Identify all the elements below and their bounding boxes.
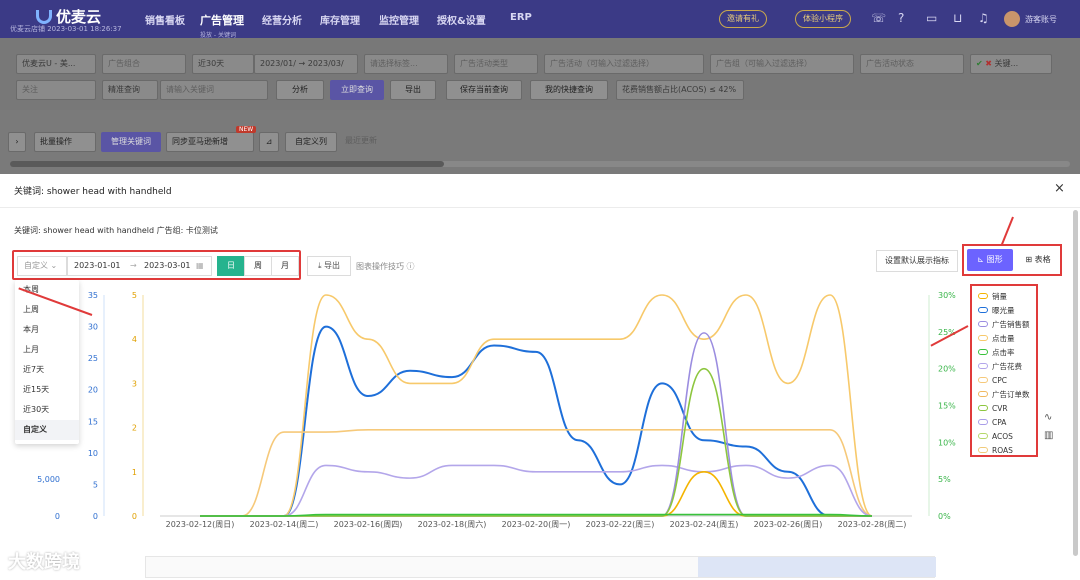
legend-swatch bbox=[978, 293, 988, 299]
line-toggle-icon[interactable]: ∿ bbox=[1044, 412, 1052, 423]
x-tick-label: 2023-02-16(周四) bbox=[334, 520, 403, 529]
date-option[interactable]: 近15天 bbox=[15, 380, 79, 400]
x-tick-label: 2023-02-22(周三) bbox=[586, 520, 655, 529]
legend-swatch bbox=[978, 349, 988, 355]
legend-item[interactable]: CPC bbox=[978, 374, 1007, 388]
y3-tick-label: 1 bbox=[132, 468, 137, 477]
legend-item[interactable]: 点击量 bbox=[978, 332, 1015, 346]
y4-tick-label: 10% bbox=[938, 438, 956, 447]
legend-label: CPC bbox=[992, 376, 1007, 385]
legend-swatch bbox=[978, 377, 988, 383]
y1-tick-label: 0 bbox=[55, 512, 60, 521]
watermark: 大数跨境 bbox=[8, 552, 80, 573]
series-line bbox=[199, 332, 872, 517]
legend-item[interactable]: 曝光量 bbox=[978, 304, 1015, 318]
legend-item[interactable]: CVR bbox=[978, 402, 1008, 416]
legend-item[interactable]: 广告订单数 bbox=[978, 388, 1030, 402]
legend-label: 广告花费 bbox=[992, 362, 1022, 371]
x-tick-label: 2023-02-24(周五) bbox=[670, 520, 739, 529]
y3-tick-label: 2 bbox=[132, 424, 137, 433]
legend-label: 曝光量 bbox=[992, 306, 1015, 315]
y4-tick-label: 20% bbox=[938, 365, 956, 374]
legend-swatch bbox=[978, 405, 988, 411]
legend-swatch bbox=[978, 335, 988, 341]
legend-swatch bbox=[978, 419, 988, 425]
date-option[interactable]: 本月 bbox=[15, 320, 79, 340]
y4-tick-label: 5% bbox=[938, 475, 951, 484]
y2-tick-label: 30 bbox=[88, 323, 98, 332]
legend-item[interactable]: 销量 bbox=[978, 290, 1007, 304]
legend-label: CPA bbox=[992, 418, 1007, 427]
y3-tick-label: 3 bbox=[132, 379, 137, 388]
y2-tick-label: 0 bbox=[93, 512, 98, 521]
series-line bbox=[199, 464, 873, 517]
legend-item[interactable]: 点击率 bbox=[978, 346, 1015, 360]
series-line bbox=[199, 294, 873, 517]
y3-tick-label: 0 bbox=[132, 512, 137, 521]
x-tick-label: 2023-02-12(周日) bbox=[166, 520, 235, 529]
date-option[interactable]: 上月 bbox=[15, 340, 79, 360]
y3-tick-label: 4 bbox=[132, 335, 137, 344]
date-mode-dropdown: 本周 上周 本月 上月 近7天 近15天 近30天 自定义 bbox=[15, 280, 79, 444]
x-tick-label: 2023-02-18(周六) bbox=[418, 519, 487, 529]
y2-tick-label: 20 bbox=[88, 386, 98, 395]
date-option[interactable]: 上周 bbox=[15, 300, 79, 320]
legend-swatch bbox=[978, 363, 988, 369]
y4-tick-label: 0% bbox=[938, 512, 951, 521]
y2-tick-label: 35 bbox=[88, 291, 98, 300]
series-line bbox=[199, 470, 872, 517]
legend-label: 广告订单数 bbox=[992, 390, 1030, 399]
legend-swatch bbox=[978, 433, 988, 439]
date-option[interactable]: 近30天 bbox=[15, 400, 79, 420]
legend-item[interactable]: 广告销售额 bbox=[978, 318, 1030, 332]
y4-tick-label: 30% bbox=[938, 291, 956, 300]
y2-tick-label: 25 bbox=[88, 354, 98, 363]
x-tick-label: 2023-02-14(周二) bbox=[250, 520, 319, 529]
legend-swatch bbox=[978, 447, 988, 453]
legend-label: 点击率 bbox=[992, 348, 1015, 357]
date-option[interactable]: 近7天 bbox=[15, 360, 79, 380]
legend-swatch bbox=[978, 391, 988, 397]
y2-tick-label: 5 bbox=[93, 480, 98, 489]
x-tick-label: 2023-02-26(周日) bbox=[754, 520, 823, 529]
legend-label: 点击量 bbox=[992, 334, 1015, 343]
x-tick-label: 2023-02-28(周二) bbox=[838, 520, 907, 529]
legend-label: 销量 bbox=[992, 292, 1007, 301]
legend-item[interactable]: 广告花费 bbox=[978, 360, 1022, 374]
x-tick-label: 2023-02-20(周一) bbox=[502, 520, 571, 529]
metrics-chart[interactable]: 051015202530350123450%5%10%15%20%25%30%0… bbox=[0, 0, 1080, 580]
vertical-scrollbar[interactable] bbox=[1073, 210, 1078, 556]
legend-item[interactable]: ACOS bbox=[978, 430, 1013, 444]
legend-item[interactable]: CPA bbox=[978, 416, 1006, 430]
zoom-window[interactable] bbox=[698, 557, 936, 577]
legend-label: ROAS bbox=[992, 446, 1013, 455]
chart-legend: 销量曝光量广告销售额点击量点击率广告花费 CPC 广告订单数 CVR CPA ACOS RO… bbox=[970, 284, 1038, 457]
legend-label: ACOS bbox=[992, 432, 1013, 441]
legend-label: 广告销售额 bbox=[992, 320, 1030, 329]
y3-tick-label: 5 bbox=[132, 291, 137, 300]
y2-tick-label: 15 bbox=[88, 417, 98, 426]
bar-toggle-icon[interactable]: ▥ bbox=[1044, 430, 1053, 441]
legend-label: CVR bbox=[992, 404, 1008, 413]
legend-swatch bbox=[978, 321, 988, 327]
zoom-slider[interactable] bbox=[145, 556, 936, 578]
y4-tick-label: 15% bbox=[938, 402, 956, 411]
y1-tick-label: 5,000 bbox=[37, 475, 60, 484]
legend-item[interactable]: ROAS bbox=[978, 444, 1013, 458]
date-option-selected[interactable]: 自定义 bbox=[15, 420, 79, 440]
legend-swatch bbox=[978, 307, 988, 313]
y2-tick-label: 10 bbox=[88, 449, 98, 458]
